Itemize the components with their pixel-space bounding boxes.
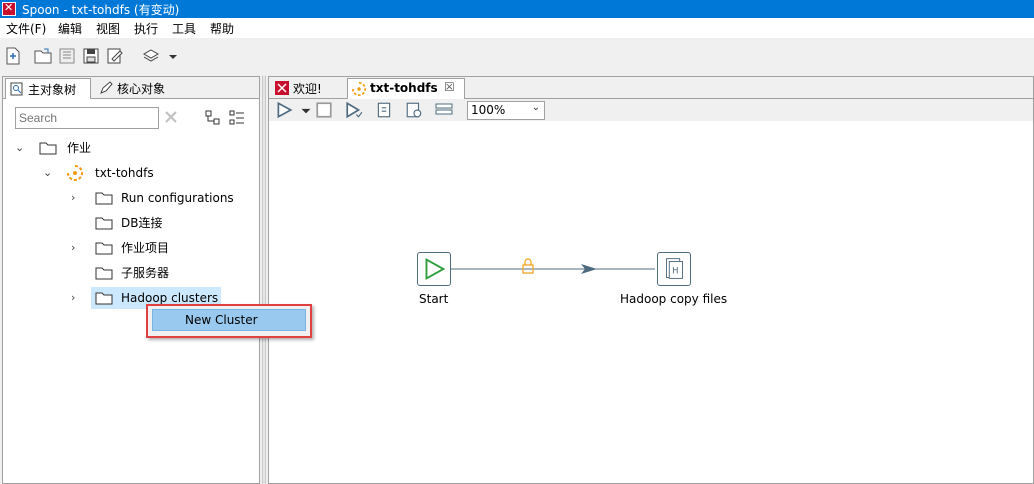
explore-repository-icon[interactable] (58, 47, 76, 65)
folder-icon (95, 292, 113, 305)
editor-tab-bar: 欢迎! txt-tohdfs ☒ (269, 77, 1033, 99)
canvas-toolbar: 100% ⌄ (269, 99, 1033, 121)
tab-txt-tohdfs[interactable]: txt-tohdfs ☒ (347, 78, 465, 99)
close-tab-icon[interactable]: ☒ (444, 80, 455, 94)
sql-search-icon[interactable] (405, 101, 422, 118)
left-tab-bar: 主对象树 核心对象 (3, 77, 259, 99)
folder-icon (95, 192, 113, 205)
left-panel: 主对象树 核心对象 ⌄ 作业 ⌄ txt-tohdfs (2, 76, 260, 484)
tree-node-job-entries-label: 作业项目 (121, 241, 170, 255)
tree-node-slave-servers[interactable]: 子服务器 (71, 262, 261, 284)
lock-icon (522, 258, 534, 274)
spoon-icon (275, 81, 289, 95)
run-dropdown-icon[interactable] (297, 101, 311, 117)
clear-search-icon[interactable] (163, 109, 179, 125)
folder-icon (39, 142, 57, 155)
chevron-down-icon[interactable]: ⌄ (43, 162, 57, 184)
menu-tools[interactable]: 工具 (172, 20, 196, 37)
replay-icon[interactable] (375, 101, 391, 118)
right-panel: 欢迎! txt-tohdfs ☒ 100% ⌄ Start H Hadoop c… (268, 76, 1034, 484)
collapse-all-icon[interactable] (229, 110, 245, 126)
svg-text:H: H (672, 266, 678, 276)
tree-node-job-label: txt-tohdfs (95, 166, 154, 180)
chevron-right-icon[interactable]: › (71, 287, 85, 309)
chevron-down-icon[interactable]: ⌄ (15, 137, 29, 159)
zoom-value: 100% (471, 103, 506, 117)
tree-node-job[interactable]: ⌄ txt-tohdfs (43, 162, 243, 184)
tab-core-objects-label: 核心对象 (117, 82, 166, 96)
run-icon[interactable] (275, 101, 293, 119)
start-step[interactable] (417, 252, 451, 286)
context-menu: New Cluster (146, 304, 312, 338)
hadoop-file-icon: H (666, 258, 683, 279)
menu-run[interactable]: 执行 (134, 20, 158, 37)
window-title: Spoon - txt-tohdfs (有变动) (22, 3, 180, 17)
tree-node-job-entries[interactable]: › 作业项目 (71, 237, 261, 259)
zoom-select[interactable]: 100% ⌄ (467, 101, 545, 120)
hadoop-copy-files-step[interactable]: H (657, 252, 691, 286)
job-icon (352, 82, 366, 96)
start-step-label: Start (419, 292, 449, 306)
open-folder-icon[interactable] (34, 47, 52, 65)
main-toolbar (0, 38, 1034, 74)
menu-file[interactable]: 文件(F) (6, 20, 46, 37)
pencil-icon (100, 81, 113, 94)
panel-splitter[interactable] (262, 76, 266, 484)
verify-icon[interactable] (345, 101, 363, 119)
layers-icon[interactable] (142, 47, 160, 65)
tab-main-tree-label: 主对象树 (28, 83, 77, 97)
tab-welcome[interactable]: 欢迎! (271, 78, 343, 99)
search-input[interactable] (15, 107, 159, 129)
chevron-down-icon: ⌄ (531, 102, 540, 113)
tree-node-db-connections[interactable]: DB连接 (71, 212, 261, 234)
tree-node-run-configurations-label: Run configurations (121, 191, 234, 205)
job-canvas[interactable]: Start H Hadoop copy files (269, 123, 1033, 483)
menu-help[interactable]: 帮助 (210, 20, 234, 37)
tree-node-slave-servers-label: 子服务器 (121, 266, 170, 280)
tree-node-jobs-label: 作业 (67, 141, 92, 155)
layers-dropdown-icon[interactable] (164, 47, 177, 65)
folder-icon (95, 217, 113, 230)
tree-node-jobs[interactable]: ⌄ 作业 (15, 137, 215, 159)
save-icon[interactable] (82, 47, 100, 65)
job-icon (67, 165, 83, 181)
folder-icon (95, 242, 113, 255)
database-icon[interactable] (435, 101, 453, 117)
tab-welcome-label: 欢迎! (293, 82, 322, 96)
tree-node-db-connections-label: DB连接 (121, 216, 163, 230)
tab-core-objects[interactable]: 核心对象 (95, 78, 173, 99)
tab-txt-tohdfs-label: txt-tohdfs (370, 81, 438, 95)
start-icon (425, 257, 446, 281)
new-cluster-menu-item[interactable]: New Cluster (152, 309, 306, 331)
title-bar: ✕ Spoon - txt-tohdfs (有变动) (0, 0, 1034, 18)
new-file-icon[interactable] (4, 47, 22, 65)
chevron-right-icon[interactable]: › (71, 187, 85, 209)
menu-edit[interactable]: 编辑 (58, 20, 82, 37)
hadoop-copy-files-step-label: Hadoop copy files (620, 292, 728, 306)
tree-node-run-configurations[interactable]: › Run configurations (71, 187, 261, 209)
search-doc-icon (10, 82, 23, 96)
spoon-window: ✕ Spoon - txt-tohdfs (有变动) 文件(F) 编辑 视图 执… (0, 0, 1034, 484)
menu-bar: 文件(F) 编辑 视图 执行 工具 帮助 (0, 18, 1034, 38)
tab-main-tree[interactable]: 主对象树 (5, 78, 91, 99)
save-as-icon[interactable] (106, 47, 124, 65)
menu-view[interactable]: 视图 (96, 20, 120, 37)
spoon-app-icon: ✕ (2, 1, 16, 16)
expand-all-icon[interactable] (205, 110, 221, 126)
folder-icon (95, 267, 113, 280)
chevron-right-icon[interactable]: › (71, 237, 85, 259)
stop-icon[interactable] (315, 101, 332, 118)
